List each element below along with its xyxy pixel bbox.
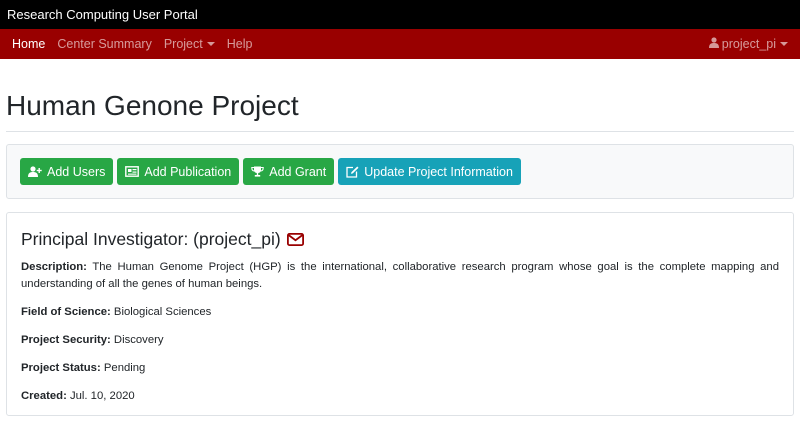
caret-down-icon: [206, 42, 215, 46]
created-value: Jul. 10, 2020: [69, 390, 135, 402]
nav-project-dropdown[interactable]: Project: [164, 37, 215, 51]
add-grant-label: Add Grant: [269, 164, 327, 179]
user-menu-label: project_pi: [721, 37, 776, 51]
main-navbar: Home Center Summary Project Help project…: [0, 29, 800, 59]
project-actions-bar: Add Users Add Publication Add Grant Upda…: [6, 144, 794, 199]
principal-investigator-heading: Principal Investigator: (project_pi): [21, 229, 779, 250]
add-users-label: Add Users: [47, 164, 106, 179]
add-publication-button[interactable]: Add Publication: [117, 158, 240, 185]
trophy-icon: [251, 166, 264, 177]
project-status-label: Project Status:: [21, 362, 101, 374]
description-label: Description:: [21, 261, 87, 273]
update-project-information-button[interactable]: Update Project Information: [338, 158, 521, 185]
created-label: Created:: [21, 390, 67, 402]
project-status-value: Pending: [103, 362, 146, 374]
nav-home[interactable]: Home: [12, 37, 45, 51]
page-title: Human Genone Project: [6, 90, 794, 132]
app-title: Research Computing User Portal: [7, 7, 198, 22]
field-of-science-field: Field of Science: Biological Sciences: [21, 304, 779, 321]
field-of-science-value: Biological Sciences: [113, 306, 212, 318]
description-field: Description: The Human Genome Project (H…: [21, 259, 779, 293]
update-project-label: Update Project Information: [364, 164, 513, 179]
edit-icon: [346, 166, 359, 178]
project-security-value: Discovery: [113, 334, 164, 346]
nav-project-label: Project: [163, 37, 203, 51]
app-title-bar: Research Computing User Portal: [0, 0, 800, 29]
description-value: The Human Genome Project (HGP) is the in…: [21, 261, 779, 290]
created-field: Created: Jul. 10, 2020: [21, 388, 779, 405]
add-grant-button[interactable]: Add Grant: [243, 158, 335, 185]
add-users-button[interactable]: Add Users: [20, 158, 114, 185]
nav-help[interactable]: Help: [227, 37, 253, 51]
user-plus-icon: [28, 166, 42, 177]
user-icon: [708, 37, 719, 51]
field-of-science-label: Field of Science:: [21, 306, 111, 318]
publication-icon: [125, 166, 140, 177]
envelope-icon[interactable]: [286, 233, 304, 246]
pi-heading-text: Principal Investigator: (project_pi): [21, 229, 281, 249]
project-security-label: Project Security:: [21, 334, 111, 346]
project-status-field: Project Status: Pending: [21, 360, 779, 377]
user-menu-dropdown[interactable]: project_pi: [708, 37, 788, 51]
project-details-card: Principal Investigator: (project_pi) Des…: [6, 212, 794, 416]
nav-center-summary[interactable]: Center Summary: [57, 37, 151, 51]
nav-links: Home Center Summary Project Help: [12, 37, 252, 51]
caret-down-icon: [780, 42, 788, 46]
add-publication-label: Add Publication: [144, 164, 232, 179]
project-security-field: Project Security: Discovery: [21, 332, 779, 349]
main-content: Human Genone Project Add Users Add Publi…: [0, 90, 800, 416]
